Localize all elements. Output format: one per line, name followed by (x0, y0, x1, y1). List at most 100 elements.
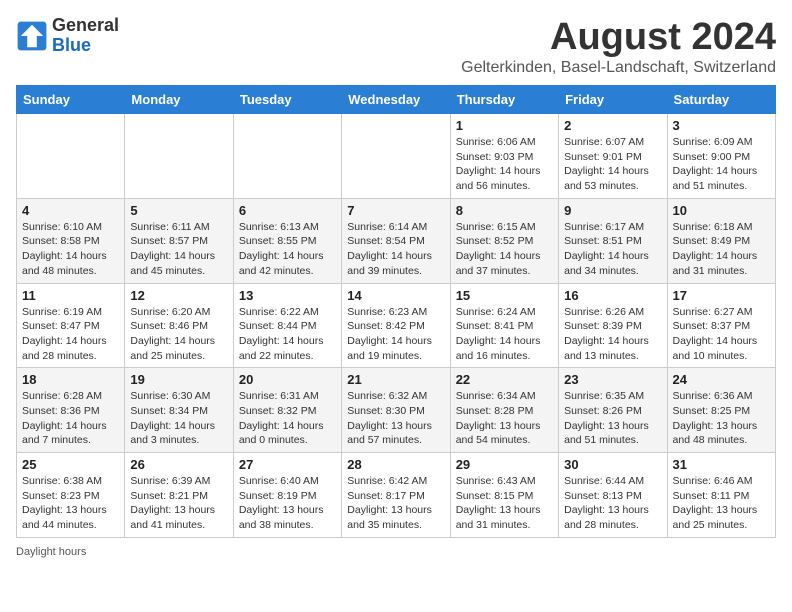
calendar-cell: 10Sunrise: 6:18 AM Sunset: 8:49 PM Dayli… (667, 198, 775, 283)
day-number: 29 (456, 457, 553, 472)
footer: Daylight hours (16, 546, 776, 558)
day-info: Sunrise: 6:35 AM Sunset: 8:26 PM Dayligh… (564, 389, 661, 448)
calendar-week-row: 25Sunrise: 6:38 AM Sunset: 8:23 PM Dayli… (17, 453, 776, 538)
logo: General Blue (16, 16, 119, 56)
day-info: Sunrise: 6:07 AM Sunset: 9:01 PM Dayligh… (564, 135, 661, 194)
day-number: 19 (130, 372, 227, 387)
logo-blue-text: Blue (52, 35, 91, 55)
day-number: 4 (22, 203, 119, 218)
day-info: Sunrise: 6:17 AM Sunset: 8:51 PM Dayligh… (564, 220, 661, 279)
title-block: August 2024 Gelterkinden, Basel-Landscha… (461, 16, 776, 77)
calendar-cell: 20 Sunrise: 6:31 AM Sunset: 8:32 PM Dayli… (233, 368, 341, 453)
day-number: 9 (564, 203, 661, 218)
calendar-cell: 2 Sunrise: 6:07 AM Sunset: 9:01 PM Daylig… (559, 114, 667, 199)
day-number: 20 (239, 372, 336, 387)
day-number: 27 (239, 457, 336, 472)
calendar-cell (342, 114, 450, 199)
page-header: General Blue August 2024 Gelterkinden, B… (16, 16, 776, 77)
calendar-cell: 21 Sunrise: 6:32 AM Sunset: 8:30 PM Dayli… (342, 368, 450, 453)
day-info: Sunrise: 6:31 AM Sunset: 8:32 PM Dayligh… (239, 389, 336, 448)
calendar-cell: 26 Sunrise: 6:39 AM Sunset: 8:21 PM Dayli… (125, 453, 233, 538)
day-info: Sunrise: 6:42 AM Sunset: 8:17 PM Dayligh… (347, 474, 444, 533)
calendar-cell: 25Sunrise: 6:38 AM Sunset: 8:23 PM Dayli… (17, 453, 125, 538)
day-number: 16 (564, 288, 661, 303)
day-info: Sunrise: 6:23 AM Sunset: 8:42 PM Dayligh… (347, 305, 444, 364)
calendar-header-saturday: Saturday (667, 86, 775, 114)
calendar-cell (233, 114, 341, 199)
calendar-cell: 8Sunrise: 6:15 AM Sunset: 8:52 PM Daylig… (450, 198, 558, 283)
day-number: 26 (130, 457, 227, 472)
day-info: Sunrise: 6:14 AM Sunset: 8:54 PM Dayligh… (347, 220, 444, 279)
day-number: 12 (130, 288, 227, 303)
day-number: 8 (456, 203, 553, 218)
day-info: Sunrise: 6:40 AM Sunset: 8:19 PM Dayligh… (239, 474, 336, 533)
day-info: Sunrise: 6:11 AM Sunset: 8:57 PM Dayligh… (130, 220, 227, 279)
day-info: Sunrise: 6:39 AM Sunset: 8:21 PM Dayligh… (130, 474, 227, 533)
calendar-header-tuesday: Tuesday (233, 86, 341, 114)
calendar-cell: 5 Sunrise: 6:11 AM Sunset: 8:57 PM Daylig… (125, 198, 233, 283)
day-info: Sunrise: 6:13 AM Sunset: 8:55 PM Dayligh… (239, 220, 336, 279)
calendar-cell: 11 Sunrise: 6:19 AM Sunset: 8:47 PM Dayli… (17, 283, 125, 368)
calendar-cell: 28 Sunrise: 6:42 AM Sunset: 8:17 PM Dayli… (342, 453, 450, 538)
calendar-week-row: 4 Sunrise: 6:10 AM Sunset: 8:58 PM Daylig… (17, 198, 776, 283)
calendar-header-wednesday: Wednesday (342, 86, 450, 114)
day-number: 31 (673, 457, 770, 472)
day-number: 28 (347, 457, 444, 472)
calendar-cell: 6 Sunrise: 6:13 AM Sunset: 8:55 PM Daylig… (233, 198, 341, 283)
month-title: August 2024 (461, 16, 776, 59)
day-number: 22 (456, 372, 553, 387)
day-info: Sunrise: 6:06 AM Sunset: 9:03 PM Dayligh… (456, 135, 553, 194)
day-number: 6 (239, 203, 336, 218)
day-number: 30 (564, 457, 661, 472)
day-number: 18 (22, 372, 119, 387)
calendar-cell: 14 Sunrise: 6:23 AM Sunset: 8:42 PM Dayli… (342, 283, 450, 368)
day-number: 17 (673, 288, 770, 303)
calendar-header-sunday: Sunday (17, 86, 125, 114)
day-number: 7 (347, 203, 444, 218)
subtitle: Gelterkinden, Basel-Landschaft, Switzerl… (461, 59, 776, 77)
day-number: 21 (347, 372, 444, 387)
calendar-week-row: 11 Sunrise: 6:19 AM Sunset: 8:47 PM Dayli… (17, 283, 776, 368)
day-number: 10 (673, 203, 770, 218)
day-info: Sunrise: 6:09 AM Sunset: 9:00 PM Dayligh… (673, 135, 770, 194)
footer-text: Daylight hours (16, 546, 86, 558)
day-number: 14 (347, 288, 444, 303)
day-info: Sunrise: 6:32 AM Sunset: 8:30 PM Dayligh… (347, 389, 444, 448)
day-info: Sunrise: 6:27 AM Sunset: 8:37 PM Dayligh… (673, 305, 770, 364)
day-info: Sunrise: 6:38 AM Sunset: 8:23 PM Dayligh… (22, 474, 119, 533)
calendar-cell: 4 Sunrise: 6:10 AM Sunset: 8:58 PM Daylig… (17, 198, 125, 283)
calendar-cell: 23Sunrise: 6:35 AM Sunset: 8:26 PM Dayli… (559, 368, 667, 453)
calendar-week-row: 1Sunrise: 6:06 AM Sunset: 9:03 PM Daylig… (17, 114, 776, 199)
day-number: 2 (564, 118, 661, 133)
calendar-cell: 1Sunrise: 6:06 AM Sunset: 9:03 PM Daylig… (450, 114, 558, 199)
calendar-header-row: SundayMondayTuesdayWednesdayThursdayFrid… (17, 86, 776, 114)
calendar-cell: 22Sunrise: 6:34 AM Sunset: 8:28 PM Dayli… (450, 368, 558, 453)
day-info: Sunrise: 6:43 AM Sunset: 8:15 PM Dayligh… (456, 474, 553, 533)
calendar-cell: 19 Sunrise: 6:30 AM Sunset: 8:34 PM Dayli… (125, 368, 233, 453)
day-info: Sunrise: 6:19 AM Sunset: 8:47 PM Dayligh… (22, 305, 119, 364)
calendar-cell (125, 114, 233, 199)
day-info: Sunrise: 6:22 AM Sunset: 8:44 PM Dayligh… (239, 305, 336, 364)
day-number: 13 (239, 288, 336, 303)
calendar-cell: 31Sunrise: 6:46 AM Sunset: 8:11 PM Dayli… (667, 453, 775, 538)
calendar-header-friday: Friday (559, 86, 667, 114)
day-number: 24 (673, 372, 770, 387)
calendar-cell: 24 Sunrise: 6:36 AM Sunset: 8:25 PM Dayli… (667, 368, 775, 453)
calendar-cell: 15Sunrise: 6:24 AM Sunset: 8:41 PM Dayli… (450, 283, 558, 368)
calendar-cell: 27 Sunrise: 6:40 AM Sunset: 8:19 PM Dayli… (233, 453, 341, 538)
day-info: Sunrise: 6:44 AM Sunset: 8:13 PM Dayligh… (564, 474, 661, 533)
day-info: Sunrise: 6:36 AM Sunset: 8:25 PM Dayligh… (673, 389, 770, 448)
calendar-cell: 13 Sunrise: 6:22 AM Sunset: 8:44 PM Dayli… (233, 283, 341, 368)
calendar-cell: 18 Sunrise: 6:28 AM Sunset: 8:36 PM Dayli… (17, 368, 125, 453)
calendar-cell: 12Sunrise: 6:20 AM Sunset: 8:46 PM Dayli… (125, 283, 233, 368)
day-number: 5 (130, 203, 227, 218)
calendar-table: SundayMondayTuesdayWednesdayThursdayFrid… (16, 85, 776, 538)
day-info: Sunrise: 6:10 AM Sunset: 8:58 PM Dayligh… (22, 220, 119, 279)
calendar-cell: 3Sunrise: 6:09 AM Sunset: 9:00 PM Daylig… (667, 114, 775, 199)
day-info: Sunrise: 6:30 AM Sunset: 8:34 PM Dayligh… (130, 389, 227, 448)
day-number: 11 (22, 288, 119, 303)
calendar-cell: 29 Sunrise: 6:43 AM Sunset: 8:15 PM Dayli… (450, 453, 558, 538)
day-info: Sunrise: 6:28 AM Sunset: 8:36 PM Dayligh… (22, 389, 119, 448)
day-info: Sunrise: 6:26 AM Sunset: 8:39 PM Dayligh… (564, 305, 661, 364)
calendar-cell (17, 114, 125, 199)
